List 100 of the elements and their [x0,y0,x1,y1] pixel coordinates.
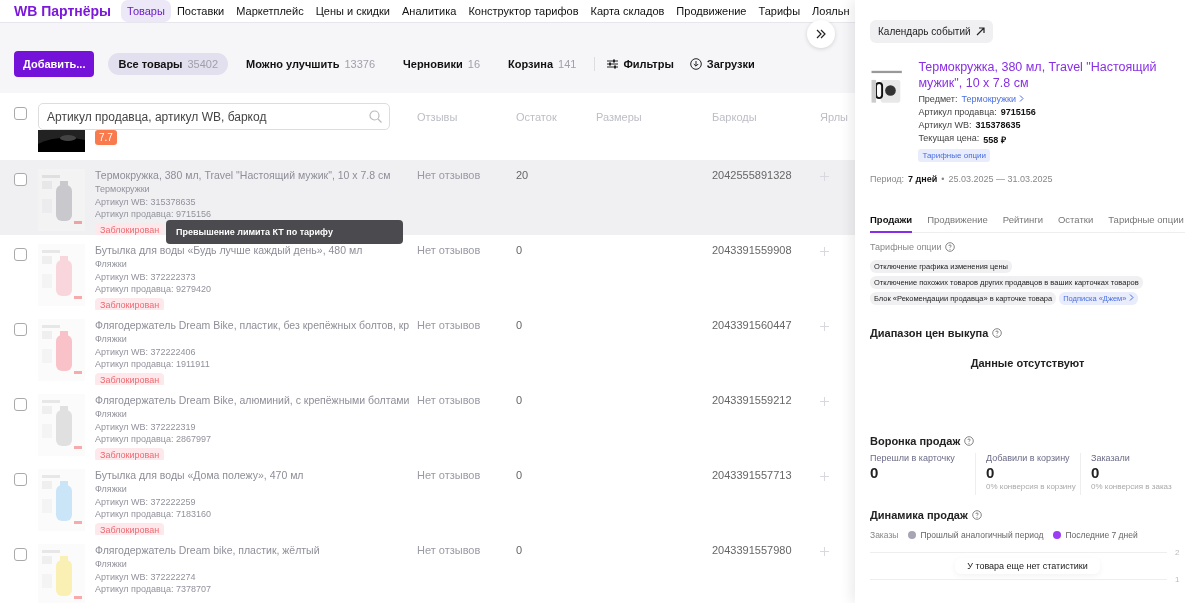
filter-tab[interactable]: Можно улучшить 13376 [236,53,386,75]
nav-tab[interactable]: Продвижение [670,0,753,22]
product-subject: Фляжки [95,559,128,570]
table-cell: 2043391557713 [712,469,792,481]
add-icon[interactable] [820,322,829,331]
brand-logo[interactable]: WB Партнёры [14,3,112,19]
add-icon[interactable] [820,397,829,406]
nav-tab[interactable]: Товары [121,0,171,22]
column-header: Отзывы [417,111,459,123]
add-button[interactable]: Добавить... [14,51,95,77]
filters-button[interactable]: Фильтры [603,54,678,74]
nav-tab[interactable]: Конструктор тарифов [462,0,585,22]
checkbox[interactable] [14,248,27,261]
calendar-button[interactable]: Календарь событий [870,20,993,43]
filter-tab[interactable]: Черновики 16 [393,53,491,75]
field-label: Предмет: [918,94,958,104]
period-label: Период: [870,174,905,184]
search-icon[interactable] [369,110,382,123]
search-field[interactable]: Артикул продавца, артикул WB, баркод [38,103,390,130]
add-icon[interactable] [820,172,829,181]
nav-tab[interactable]: Тарифы [752,0,807,22]
help-icon[interactable] [971,510,982,520]
nav-tab[interactable]: Карта складов [584,0,671,22]
add-icon[interactable] [820,547,829,556]
tooltip: Превышение лимита КТ по тарифу [166,220,403,244]
downloads-button[interactable]: Загрузки [685,54,759,74]
table-cell: Нет отзывов [417,469,481,481]
section-label: Тарифные опции [870,242,942,252]
metric-label: Заказы [870,530,899,540]
product-subject: Фляжки [95,409,128,420]
funnel-value: 0 [986,464,996,481]
wb-article: Артикул WB: 372222274 [95,571,197,582]
help-icon[interactable] [964,436,975,446]
period-value: 7 дней [908,174,938,184]
section-title: Воронка продаж [870,435,961,447]
table-cell: 2043391557980 [712,544,792,556]
checkbox[interactable] [14,107,27,120]
nav-tab[interactable]: Цены и скидки [309,0,396,22]
funnel-label: Заказали [1091,453,1131,463]
product-subject: Фляжки [95,334,128,345]
legend-label: Последние 7 дней [1065,530,1138,540]
tab[interactable]: Остатки [1057,214,1094,233]
column-header: Ярлы [820,111,849,123]
add-icon[interactable] [820,472,829,481]
seller-article: Артикул продавца: 7183160 [95,509,212,520]
filter-tab[interactable]: Корзина 141 [498,53,587,75]
table-cell: 2043391559212 [712,394,792,406]
table-cell: Нет отзывов [417,544,481,556]
double-chevron-icon [816,29,826,39]
seller-article: Артикул продавца: 9279420 [95,284,212,295]
tab[interactable]: Продажи [870,214,913,233]
table-cell: 20 [516,169,529,181]
filter-tab[interactable]: Все товары 35402 [108,53,229,75]
conversion-note: 0% конверсия в корзину [986,482,1077,491]
checkbox[interactable] [14,548,27,561]
status-badge: Заблокирован [95,522,165,537]
product-subject: Фляжки [95,259,128,270]
checkbox[interactable] [14,173,27,186]
table-cell: 2043391560447 [712,319,792,331]
seller-article: Артикул продавца: 9715156 [95,209,212,220]
checkbox[interactable] [14,398,27,411]
tab[interactable]: Продвижение [927,214,988,233]
conversion-note: 0% конверсия в заказ [1091,482,1173,491]
funnel-value: 0 [870,464,880,481]
column-header: Остаток [516,111,558,123]
tab[interactable]: Рейтинги [1002,214,1043,233]
period-separator: • [941,174,945,184]
table-cell: Нет отзывов [417,169,481,181]
wb-article: Артикул WB: 372222319 [95,421,197,432]
wb-article: Артикул WB: 315378635 [95,196,197,207]
field-value: 315378635 [975,120,1021,130]
seller-article: Артикул продавца: 1911911 [95,359,211,370]
nav-tab[interactable]: Лояльн [806,0,855,22]
table-cell: Нет отзывов [417,319,481,331]
product-subject: Фляжки [95,484,128,495]
nav-tab[interactable]: Поставки [170,0,231,22]
checkbox[interactable] [14,473,27,486]
add-icon[interactable] [820,247,829,256]
table-cell: 0 [516,469,523,481]
tab[interactable]: Тарифные опции [1108,214,1184,233]
funnel-label: Перешли в карточку [870,453,956,463]
nav-tab[interactable]: Маркетплейс [230,0,310,22]
table-cell: 0 [516,319,523,331]
nav-tab[interactable]: Аналитика [395,0,463,22]
empty-message: Данные отсутствуют [970,357,1085,369]
tariff-tag[interactable]: Тарифные опции [918,149,990,162]
product-title[interactable]: Термокружка, 380 мл, Travel "Настоящий мужик", 10 х 7.8 см [918,59,1185,91]
wb-article: Артикул WB: 372222406 [95,346,197,357]
subject-link[interactable]: Термокружки [961,94,1025,104]
rating-badge: 7.7 [95,130,117,145]
axis-label: 1 [1175,575,1181,584]
download-icon [689,58,702,70]
arrow-icon [975,27,985,36]
checkbox[interactable] [14,323,27,336]
field-value: 558 ₽ [983,134,1006,146]
product-subject: Термокружки [95,184,151,195]
help-icon[interactable] [992,328,1003,338]
legend-label: Прошлый аналогичный период [920,530,1044,540]
help-icon[interactable] [944,242,955,252]
funnel-value: 0 [1091,464,1101,481]
